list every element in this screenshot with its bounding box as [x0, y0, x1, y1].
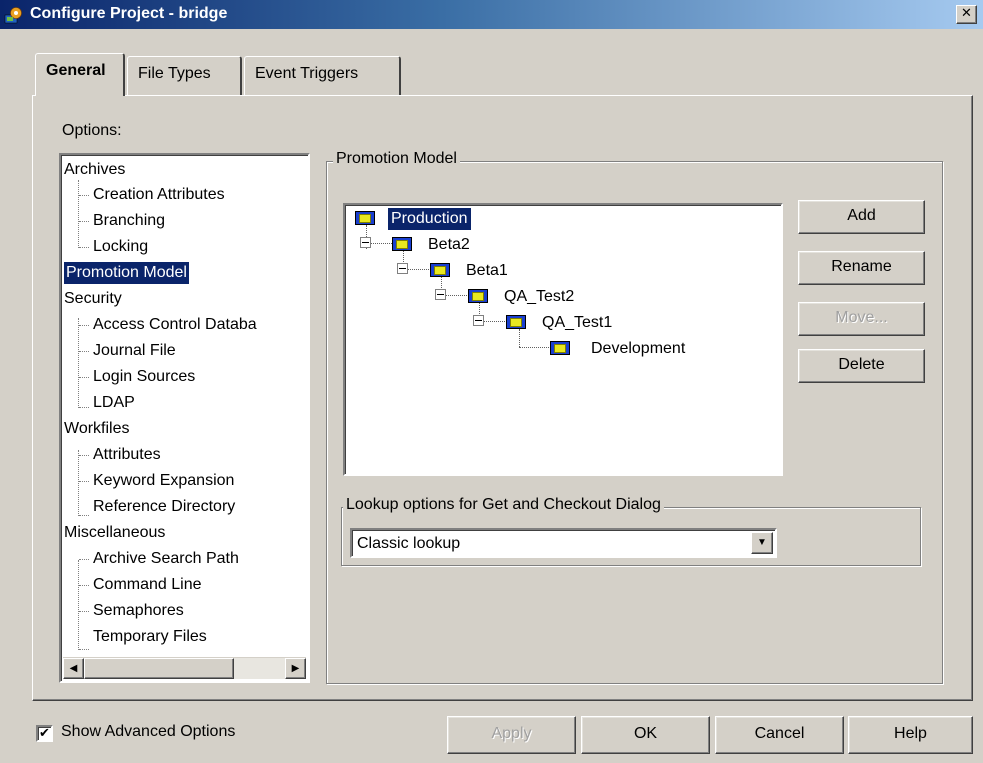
tree-connector: [79, 247, 89, 248]
tab-file-types[interactable]: File Types: [127, 56, 242, 96]
options-item-reference-directory[interactable]: Reference Directory: [93, 496, 235, 518]
lookup-selected-value: Classic lookup: [357, 535, 461, 552]
tab-event-triggers[interactable]: Event Triggers: [244, 56, 401, 96]
promotion-model-tree[interactable]: Production Beta2 Beta1 QA_Test2 QA_Test1…: [343, 203, 783, 476]
ok-button-label: OK: [633, 725, 658, 742]
delete-button-label: Delete: [838, 356, 885, 373]
options-item-keyword-expansion[interactable]: Keyword Expansion: [93, 470, 234, 492]
tab-file-types-label: File Types: [138, 65, 211, 82]
node-label: QA_Test2: [504, 288, 575, 305]
collapse-toggle-beta2[interactable]: [360, 237, 371, 248]
tree-connector: [79, 351, 89, 352]
promotion-level-icon: [430, 263, 450, 277]
collapse-toggle-beta1[interactable]: [397, 263, 408, 274]
node-label: Beta1: [466, 262, 508, 279]
promotion-model-legend: Promotion Model: [333, 150, 460, 168]
tab-event-triggers-label: Event Triggers: [255, 65, 359, 82]
dropdown-button[interactable]: ▼: [751, 532, 773, 554]
move-button[interactable]: Move...: [798, 302, 925, 336]
promotion-level-icon: [550, 341, 570, 355]
cancel-button-label: Cancel: [754, 725, 805, 742]
arrow-right-icon: ▶: [291, 663, 300, 674]
options-item-semaphores[interactable]: Semaphores: [93, 600, 184, 622]
add-button-label: Add: [847, 207, 876, 224]
tree-connector: [79, 221, 89, 222]
scroll-right-button[interactable]: ▶: [285, 658, 306, 679]
lookup-options-select[interactable]: Classic lookup ▼: [350, 528, 777, 558]
scroll-thumb[interactable]: [84, 658, 234, 679]
rename-button[interactable]: Rename: [798, 251, 925, 285]
tree-connector: [79, 611, 89, 612]
node-label: Production: [387, 207, 472, 231]
tree-connector: [79, 515, 89, 516]
options-item-branching[interactable]: Branching: [93, 210, 165, 232]
collapse-toggle-qa-test2[interactable]: [435, 289, 446, 300]
project-config-icon: [4, 7, 22, 24]
window-title: Configure Project - bridge: [30, 5, 228, 22]
options-item-login-sources[interactable]: Login Sources: [93, 366, 195, 388]
check-mark-icon: ✔: [39, 725, 50, 740]
tree-connector: [79, 407, 89, 408]
promotion-level-icon: [355, 211, 375, 225]
options-tree[interactable]: Archives Creation Attributes Branching L…: [59, 153, 310, 683]
show-advanced-label[interactable]: Show Advanced Options: [61, 723, 235, 741]
tree-connector: [79, 455, 89, 456]
options-item-locking[interactable]: Locking: [93, 236, 148, 258]
tab-general[interactable]: General: [35, 53, 125, 96]
options-item-archives[interactable]: Archives: [64, 159, 125, 181]
tree-connector: [79, 481, 89, 482]
apply-button[interactable]: Apply: [447, 716, 576, 754]
tree-connector: [79, 649, 89, 650]
chevron-down-icon: ▼: [757, 537, 767, 548]
show-advanced-checkbox[interactable]: ✔: [36, 725, 53, 742]
promotion-level-icon: [506, 315, 526, 329]
options-label: Options:: [62, 122, 122, 139]
options-item-promotion-model[interactable]: Promotion Model: [64, 262, 189, 284]
options-item-command-line[interactable]: Command Line: [93, 574, 202, 596]
add-button[interactable]: Add: [798, 200, 925, 234]
options-item-archive-search-path[interactable]: Archive Search Path: [93, 548, 239, 570]
move-button-label: Move...: [835, 309, 888, 326]
tree-connector: [79, 585, 89, 586]
tree-connector: [78, 450, 79, 516]
tree-connector: [79, 325, 89, 326]
close-button[interactable]: ✕: [956, 5, 977, 24]
options-item-workfiles[interactable]: Workfiles: [64, 418, 130, 440]
options-horizontal-scrollbar[interactable]: ◀ ▶: [63, 657, 306, 679]
tree-connector: [79, 559, 89, 560]
options-item-security[interactable]: Security: [64, 288, 122, 310]
apply-button-label: Apply: [491, 725, 532, 742]
tree-connector: [519, 329, 520, 347]
options-item-temporary-files[interactable]: Temporary Files: [93, 626, 207, 648]
options-item-miscellaneous[interactable]: Miscellaneous: [64, 522, 165, 544]
tree-connector: [78, 318, 79, 408]
help-button-label: Help: [894, 725, 927, 742]
rename-button-label: Rename: [831, 258, 892, 275]
node-label: QA_Test1: [542, 314, 613, 331]
node-label: Beta2: [428, 236, 470, 253]
tree-connector: [79, 195, 89, 196]
promotion-level-icon: [392, 237, 412, 251]
options-item-attributes[interactable]: Attributes: [93, 444, 161, 466]
cancel-button[interactable]: Cancel: [715, 716, 844, 754]
node-label: Development: [591, 340, 686, 357]
lookup-options-legend: Lookup options for Get and Checkout Dial…: [343, 496, 664, 514]
close-icon: ✕: [961, 6, 972, 21]
options-item-creation-attributes[interactable]: Creation Attributes: [93, 184, 225, 206]
options-item-ldap[interactable]: LDAP: [93, 392, 135, 414]
help-button[interactable]: Help: [848, 716, 973, 754]
tree-connector: [519, 347, 549, 348]
options-item-journal-file[interactable]: Journal File: [93, 340, 176, 362]
delete-button[interactable]: Delete: [798, 349, 925, 383]
ok-button[interactable]: OK: [581, 716, 710, 754]
collapse-toggle-qa-test1[interactable]: [473, 315, 484, 326]
tab-general-label: General: [46, 62, 106, 79]
arrow-left-icon: ◀: [69, 663, 78, 674]
tree-connector: [78, 180, 79, 248]
promotion-level-icon: [468, 289, 488, 303]
tree-connector: [79, 377, 89, 378]
options-item-access-control-database[interactable]: Access Control Databa: [93, 314, 257, 336]
tree-connector: [78, 560, 79, 650]
scroll-left-button[interactable]: ◀: [63, 658, 84, 679]
